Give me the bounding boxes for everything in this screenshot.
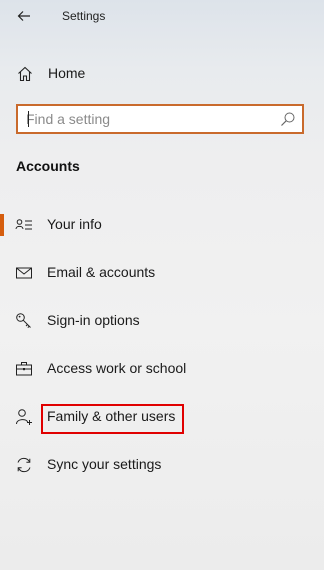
briefcase-icon bbox=[15, 360, 33, 378]
key-icon bbox=[15, 312, 33, 330]
contact-card-icon bbox=[15, 216, 33, 234]
search-box[interactable] bbox=[16, 104, 304, 134]
add-person-icon bbox=[15, 408, 33, 426]
mail-icon bbox=[15, 264, 33, 282]
sidebar-item-access-work-or-school[interactable]: Access work or school bbox=[0, 349, 324, 389]
sync-icon bbox=[15, 456, 33, 474]
search-input[interactable] bbox=[26, 106, 276, 132]
back-button[interactable] bbox=[10, 4, 38, 28]
window-title: Settings bbox=[62, 9, 106, 23]
section-title: Accounts bbox=[16, 158, 80, 174]
nav-home-label: Home bbox=[48, 65, 86, 81]
text-caret bbox=[28, 111, 29, 127]
back-arrow-icon bbox=[17, 11, 30, 21]
sidebar-item-label: Family & other users bbox=[47, 408, 176, 424]
sidebar-item-label: Sign-in options bbox=[47, 312, 140, 328]
sidebar-item-label: Sync your settings bbox=[47, 456, 162, 472]
sidebar-item-label: Access work or school bbox=[47, 360, 187, 376]
nav-home[interactable]: Home bbox=[0, 58, 324, 90]
sidebar-item-sign-in-options[interactable]: Sign-in options bbox=[0, 301, 324, 341]
search-icon[interactable] bbox=[280, 111, 296, 127]
home-icon bbox=[16, 65, 34, 83]
selection-indicator bbox=[0, 214, 4, 236]
sidebar-item-email-accounts[interactable]: Email & accounts bbox=[0, 253, 324, 293]
title-bar: Settings bbox=[0, 0, 324, 34]
sidebar-item-your-info[interactable]: Your info bbox=[0, 205, 324, 245]
sidebar-item-family-other-users[interactable]: Family & other users bbox=[0, 397, 324, 437]
sidebar-item-label: Your info bbox=[47, 216, 102, 232]
sidebar-item-sync-settings[interactable]: Sync your settings bbox=[0, 445, 324, 485]
sidebar-item-label: Email & accounts bbox=[47, 264, 156, 280]
